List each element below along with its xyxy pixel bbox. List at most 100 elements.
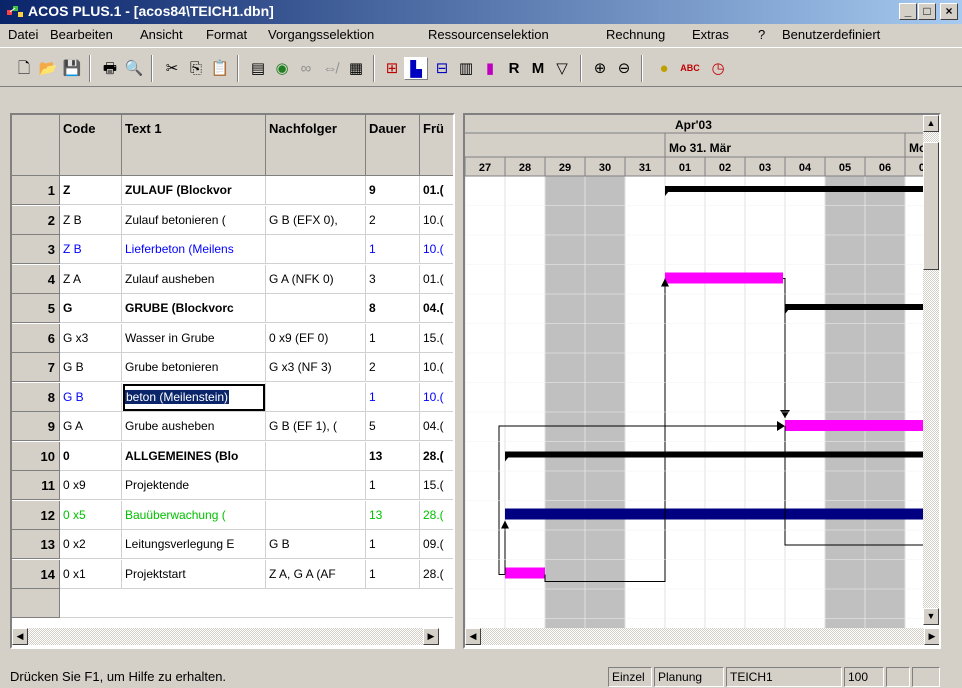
- cell-text1[interactable]: Zulauf betonieren (: [122, 205, 266, 235]
- milestone-icon[interactable]: M: [526, 57, 550, 80]
- table-row[interactable]: 13 0 x2 Leitungsverlegung EG B 1 09.(: [12, 530, 453, 559]
- cell-text1[interactable]: ZULAUF (Blockvor: [122, 176, 266, 205]
- cell-nachfolger[interactable]: G B: [266, 530, 366, 559]
- minimize-button[interactable]: _: [899, 3, 917, 20]
- zoom-in-icon[interactable]: ⊕: [588, 57, 612, 80]
- cell-dauer[interactable]: 3: [366, 264, 420, 294]
- cell-frueh[interactable]: 28.(: [420, 442, 453, 471]
- cell-text1[interactable]: Leitungsverlegung E: [122, 530, 266, 559]
- gantt-chart[interactable]: Apr'03 Mo 31. Mär Mo 27 28 29 30 31 01 02 03 04 05 06…: [463, 113, 941, 649]
- link-icon[interactable]: ∞: [294, 57, 318, 80]
- cell-code[interactable]: 0: [60, 441, 122, 471]
- row-number[interactable]: 5: [12, 294, 60, 323]
- cell-code[interactable]: 0 x1: [60, 559, 122, 589]
- unlink-icon[interactable]: ⇎: [318, 57, 342, 80]
- cell-code[interactable]: G x3: [60, 323, 122, 353]
- cell-nachfolger[interactable]: [266, 235, 366, 264]
- cell-code[interactable]: G B: [60, 353, 122, 382]
- cell-text1[interactable]: Wasser in Grube: [122, 323, 266, 353]
- cell-frueh[interactable]: 10.(: [420, 235, 453, 264]
- cell-frueh[interactable]: 28.(: [420, 560, 453, 589]
- cell-text1[interactable]: Projektstart: [122, 559, 266, 589]
- cell-frueh[interactable]: 15.(: [420, 324, 453, 353]
- cell-frueh[interactable]: 09.(: [420, 530, 453, 559]
- color-icon[interactable]: ●: [652, 57, 676, 80]
- menu-vorgangsselektion[interactable]: Vorgangsselektion: [268, 27, 374, 42]
- cell-dauer[interactable]: 1: [366, 235, 420, 264]
- table-row[interactable]: 1 Z ZULAUF (Blockvor 9 01.(: [12, 176, 453, 205]
- menu-ressourcenselektion[interactable]: Ressourcenselektion: [428, 27, 549, 42]
- column-header-code[interactable]: Code: [60, 115, 122, 176]
- cell-text1[interactable]: beton (Meilenstein): [122, 382, 266, 412]
- table-row[interactable]: 11 0 x9 Projektende 1 15.(: [12, 471, 453, 500]
- cell-code[interactable]: G A: [60, 412, 122, 441]
- cell-dauer[interactable]: 1: [366, 530, 420, 559]
- tree-icon[interactable]: ⊟: [430, 57, 454, 80]
- cell-dauer[interactable]: 5: [366, 412, 420, 441]
- abc-icon[interactable]: ABC: [678, 57, 702, 80]
- cell-dauer[interactable]: 2: [366, 353, 420, 382]
- maximize-button[interactable]: □: [918, 3, 936, 20]
- gantt-scroll-right-button[interactable]: ▶: [924, 628, 939, 645]
- globe-icon[interactable]: ◉: [270, 57, 294, 80]
- cell-code[interactable]: Z: [60, 176, 122, 205]
- cell-nachfolger[interactable]: G A (NFK 0): [266, 264, 366, 294]
- cell-dauer[interactable]: 8: [366, 294, 420, 323]
- menu-bearbeiten[interactable]: Bearbeiten: [50, 27, 113, 42]
- menu-extras[interactable]: Extras: [692, 27, 729, 42]
- row-number[interactable]: 14: [12, 559, 60, 589]
- selected-text[interactable]: beton (Meilenstein): [125, 389, 230, 404]
- cell-frueh[interactable]: 10.(: [420, 206, 453, 235]
- cell-code[interactable]: 0 x9: [60, 471, 122, 500]
- column-header-frueh[interactable]: Frü: [420, 115, 453, 176]
- cell-text1[interactable]: Bauüberwachung (: [122, 500, 266, 530]
- close-button[interactable]: ×: [940, 3, 958, 20]
- menu-datei[interactable]: Datei: [8, 27, 38, 42]
- table-row[interactable]: 2Z B Zulauf betonieren (G B (EFX 0), 2 10.(: [12, 205, 453, 235]
- row-number[interactable]: 6: [12, 323, 60, 353]
- cell-frueh[interactable]: 10.(: [420, 383, 453, 412]
- cell-text1[interactable]: Zulauf ausheben: [122, 264, 266, 294]
- print-icon[interactable]: 🖶: [98, 57, 122, 80]
- table-row[interactable]: 6G x3 Wasser in Grube 0 x9 (EF 0) 1 15.(: [12, 323, 453, 353]
- cell-nachfolger[interactable]: [266, 294, 366, 323]
- scroll-up-button[interactable]: ▲: [923, 115, 939, 132]
- column-header-dauer[interactable]: Dauer: [366, 115, 420, 176]
- cell-text1[interactable]: Projektende: [122, 471, 266, 500]
- cell-dauer[interactable]: 1: [366, 559, 420, 589]
- cell-text1[interactable]: Grube ausheben: [122, 412, 266, 441]
- row-number[interactable]: 1: [12, 176, 60, 205]
- paste-icon[interactable]: 📋: [208, 57, 232, 80]
- table-row[interactable]: 12 0 x5 Bauüberwachung (13 28.(: [12, 500, 453, 530]
- copy-icon[interactable]: ⎘: [184, 57, 208, 80]
- cell-nachfolger[interactable]: [266, 176, 366, 205]
- cell-dauer[interactable]: 1: [366, 382, 420, 412]
- column-header-text1[interactable]: Text 1: [122, 115, 266, 176]
- table-row[interactable]: 10 0 ALLGEMEINES (Blo 13 28.(: [12, 441, 453, 471]
- cell-frueh[interactable]: 01.(: [420, 265, 453, 294]
- network-icon[interactable]: ⊞: [380, 57, 404, 80]
- save-icon[interactable]: 💾: [60, 57, 84, 80]
- report-icon[interactable]: R: [502, 57, 526, 80]
- cell-code[interactable]: Z B: [60, 235, 122, 264]
- table-row[interactable]: 4Z A Zulauf ausheben G A (NFK 0) 3 01.(: [12, 264, 453, 294]
- histogram-icon[interactable]: ▮: [478, 57, 502, 80]
- clock-icon[interactable]: ◷: [706, 57, 730, 80]
- cell-dauer[interactable]: 13: [366, 441, 420, 471]
- cell-code[interactable]: G B: [60, 382, 122, 412]
- cell-nachfolger[interactable]: [266, 471, 366, 500]
- gantt-horizontal-scroll-track[interactable]: [481, 628, 924, 645]
- table-row[interactable]: 8G Bbeton (Meilenstein) 1 10.(: [12, 382, 453, 412]
- cut-icon[interactable]: ✂: [160, 57, 184, 80]
- cell-nachfolger[interactable]: 0 x9 (EF 0): [266, 323, 366, 353]
- row-number[interactable]: 12: [12, 500, 60, 530]
- calendar-icon[interactable]: ▦: [344, 57, 368, 80]
- zoom-out-icon[interactable]: ⊖: [612, 57, 636, 80]
- cell-code[interactable]: 0 x2: [60, 530, 122, 559]
- cell-text1[interactable]: Lieferbeton (Meilens: [122, 235, 266, 264]
- table-row[interactable]: 7G B Grube betonieren G x3 (NF 3) 2 10.(: [12, 353, 453, 382]
- cell-text1[interactable]: ALLGEMEINES (Blo: [122, 441, 266, 471]
- row-number[interactable]: 11: [12, 471, 60, 500]
- task-table[interactable]: Code Text 1 Nachfolger Dauer Frü 1 Z ZULAU…: [10, 113, 455, 649]
- open-icon[interactable]: 📂: [36, 57, 60, 80]
